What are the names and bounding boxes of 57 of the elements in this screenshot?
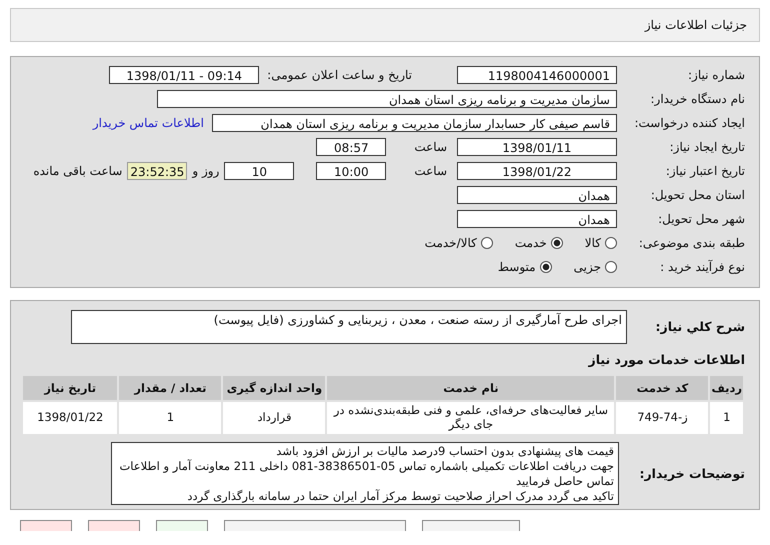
valid-date-field: 1398/01/22 <box>457 162 617 180</box>
action-button[interactable] <box>20 520 72 531</box>
table-cell: 1398/01/22 <box>23 402 118 434</box>
notes-line: تاکید می گردد مدرک احراز صلاحیت توسط مرکز آمار ایران حتما در سامانه بارگذاری گردد <box>186 488 614 504</box>
table-cell: قرارداد <box>223 402 326 434</box>
announce-date-field: 1398/01/11 - 09:14 <box>109 66 260 84</box>
requester-field: قاسم صیفی کار حسابدار سازمان مدیریت و برنامه ریزی استان همدان <box>212 114 617 132</box>
page-title: جزئیات اطلاعات نیاز <box>644 18 747 32</box>
column-header: تاریخ نیاز <box>23 376 118 400</box>
table-cell: 1 <box>119 402 222 434</box>
notes-line: جهت دریافت اطلاعات تکمیلی باشماره تماس 05-38386501-081 داخلی 211 معاونت آمار و اطلاعات تماس حاصل فرمایید <box>118 459 614 489</box>
field-label: طبقه بندی موضوعی: <box>638 236 745 250</box>
column-header: کد خدمت <box>616 376 708 400</box>
summary-label: شرح کلي نیاز: <box>654 319 745 334</box>
created-date-field: 1398/01/11 <box>457 138 617 156</box>
buyer-org-field: سازمان مدیریت و برنامه ریزی استان همدان <box>157 90 617 108</box>
field-label: شهر محل تحویل: <box>657 212 745 226</box>
notes-line: قیمت های پیشنهادی بدون احتساب 9درصد مالیات بر ارزش افزود باشد <box>275 444 614 460</box>
field-label: نام دستگاه خریدار: <box>650 92 745 106</box>
table-cell: 1 <box>710 402 743 434</box>
time-label: ساعت <box>414 140 447 154</box>
process-radio[interactable]: متوسط <box>498 260 552 274</box>
action-button[interactable] <box>156 520 208 531</box>
action-button[interactable] <box>224 520 406 531</box>
category-radio[interactable]: خدمت <box>514 236 563 250</box>
column-header: واحد اندازه گیری <box>223 376 326 400</box>
need-number-field: 1198004146000001 <box>457 66 617 84</box>
field-label: تاریخ ایجاد نیاز: <box>668 140 745 154</box>
days-label: روز و <box>192 164 220 178</box>
action-button[interactable] <box>88 520 140 531</box>
action-button[interactable] <box>422 520 520 531</box>
remaining-label: ساعت باقی مانده <box>33 164 122 178</box>
table-cell: سایر فعالیت‌های حرفه‌ای، علمی و فنی طبقه‌بندی‌نشده در جای دیگر <box>327 402 614 434</box>
time-label: ساعت <box>414 164 447 178</box>
category-radio[interactable]: کالا/خدمت <box>424 236 493 250</box>
section-title: اطلاعات خدمات مورد نیاز <box>587 352 745 367</box>
column-header: تعداد / مقدار <box>119 376 222 400</box>
remaining-time-field: 23:52:35 <box>127 162 188 180</box>
field-label: استان محل تحویل: <box>650 188 745 202</box>
field-label: شماره نیاز: <box>687 68 745 82</box>
field-label: نوع فرآیند خرید : <box>659 260 745 274</box>
city-field: همدان <box>457 210 617 228</box>
province-field: همدان <box>457 186 617 204</box>
created-time-field: 08:57 <box>316 138 386 156</box>
days-field: 10 <box>224 162 294 180</box>
valid-time-field: 10:00 <box>316 162 386 180</box>
field-label: ایجاد کننده درخواست: <box>633 116 745 130</box>
summary-text: اجرای طرح آمارگیری از رسته صنعت ، معدن ، زیربنایی و کشاورزی (فایل پیوست) <box>71 310 627 344</box>
field-label: تاریخ و ساعت اعلان عمومی: <box>267 68 412 82</box>
column-header: ردیف <box>710 376 743 400</box>
category-radio[interactable]: کالا <box>584 236 617 250</box>
process-radio[interactable]: جزیی <box>574 260 617 274</box>
buyer-contact-link[interactable]: اطلاعات تماس خریدار <box>92 116 204 130</box>
column-header: نام خدمت <box>327 376 614 400</box>
field-label: تاریخ اعتبار نیاز: <box>664 164 745 178</box>
notes-label: توضیحات خریدار: <box>638 466 745 482</box>
table-cell: ز-74-749 <box>616 402 708 434</box>
